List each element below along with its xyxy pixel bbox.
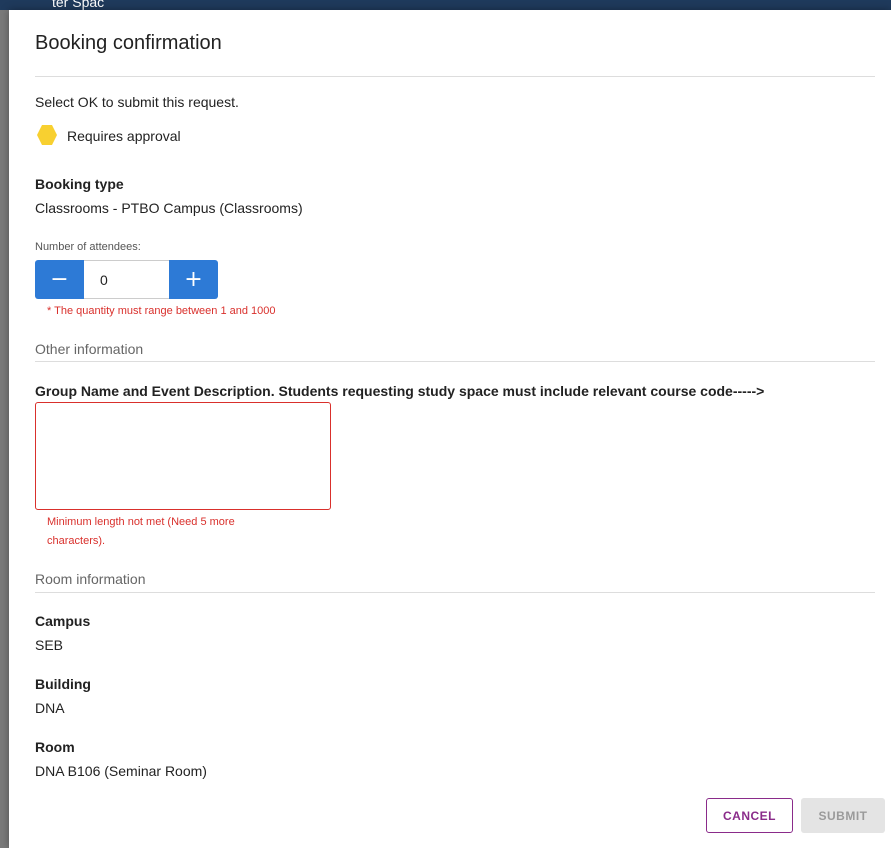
room-info-heading: Room information xyxy=(35,571,146,587)
dialog-title: Booking confirmation xyxy=(35,32,222,54)
building-label: Building xyxy=(35,676,91,692)
decrement-button[interactable]: − xyxy=(35,260,84,299)
room-label: Room xyxy=(35,739,75,755)
backdrop-header xyxy=(0,0,891,10)
backdrop-text: ter Spac xyxy=(52,0,105,10)
booking-confirmation-dialog: Booking confirmation Select OK to submit… xyxy=(9,10,891,848)
other-info-divider xyxy=(35,361,875,362)
approval-label: Requires approval xyxy=(67,128,181,144)
booking-type-value: Classrooms - PTBO Campus (Classrooms) xyxy=(35,200,303,216)
description-error-line2: characters). xyxy=(47,535,106,547)
hexagon-icon xyxy=(37,125,57,145)
title-divider xyxy=(35,76,875,77)
other-info-heading: Other information xyxy=(35,341,144,357)
building-value: DNA xyxy=(35,700,65,716)
attendees-stepper: − + xyxy=(35,260,218,299)
attendees-error: * The quantity must range between 1 and … xyxy=(47,305,276,317)
campus-label: Campus xyxy=(35,613,91,629)
room-info-divider xyxy=(35,592,875,593)
campus-value: SEB xyxy=(35,637,64,653)
increment-button[interactable]: + xyxy=(169,260,218,299)
event-description-label: Group Name and Event Description. Studen… xyxy=(35,383,765,399)
event-description-input[interactable] xyxy=(35,402,331,510)
attendees-input[interactable] xyxy=(84,260,169,299)
description-error-line1: Minimum length not met (Need 5 more xyxy=(47,516,235,528)
booking-type-label: Booking type xyxy=(35,176,124,192)
attendees-label: Number of attendees: xyxy=(35,241,141,253)
submit-button: SUBMIT xyxy=(801,798,885,833)
instruction-text: Select OK to submit this request. xyxy=(35,94,239,110)
cancel-button[interactable]: CANCEL xyxy=(706,798,793,833)
room-value: DNA B106 (Seminar Room) xyxy=(35,763,207,779)
